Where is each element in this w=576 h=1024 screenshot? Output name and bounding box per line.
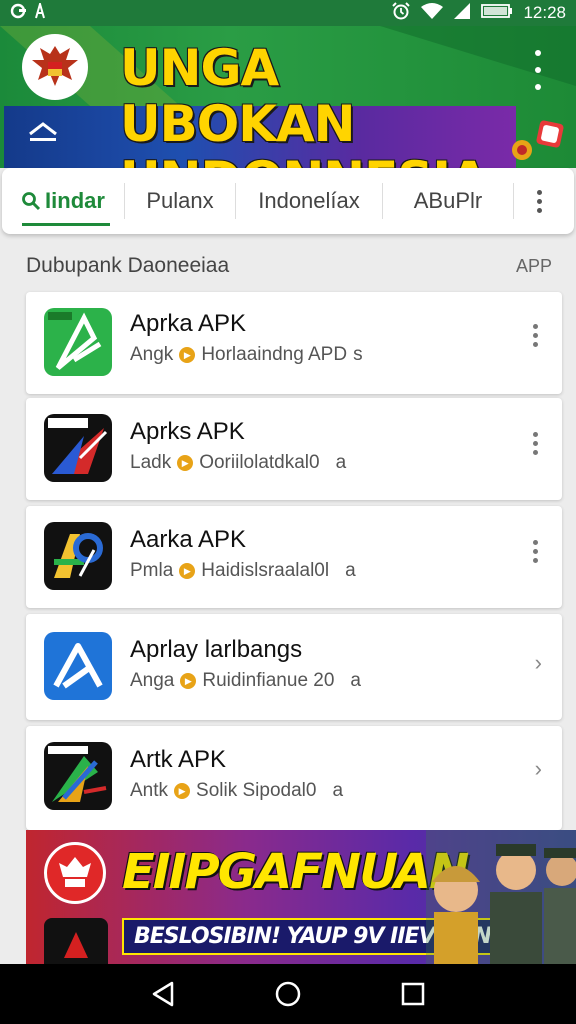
header-banner: UNGA UBOKAN UNDONNESIA	[0, 26, 576, 168]
app-subtitle: Pmla ▶ Haidislsraalal0l a	[130, 560, 356, 582]
section-title: Dubupank Daoneeiaa	[26, 254, 230, 277]
header-title-line1: UNGA UBOKAN	[120, 39, 356, 153]
list-item[interactable]: Aprlay larlbangs Anga ▶ Ruidinfianue 20 …	[26, 614, 562, 720]
status-time: 12:28	[523, 3, 566, 22]
tab-label: Indonelíax	[258, 188, 360, 213]
app-sub-right: Haidislsraalal0l	[201, 560, 330, 581]
tab-pulanx[interactable]: Pulanx	[125, 168, 235, 234]
app-sub-trail: s	[353, 344, 363, 365]
app-sub-right: Horlaaindng APD	[201, 344, 348, 365]
play-badge-icon: ▶	[179, 347, 196, 363]
app-name: Aprks APK	[130, 418, 245, 445]
play-badge-icon: ▶	[177, 455, 194, 471]
list-item[interactable]: Artk APK Antk ▶ Solik Sipodal0 a ›	[26, 726, 562, 830]
more-vert-icon[interactable]	[530, 540, 540, 563]
app-subtitle: Anga ▶ Ruidinfianue 20 a	[130, 670, 361, 692]
app-sub-right: Solik Sipodal0	[196, 780, 317, 801]
app-sub-trail: a	[350, 670, 361, 691]
flags-decoration-icon	[512, 120, 564, 160]
app-sub-trail: a	[332, 780, 344, 801]
app-subtitle: Angk ▶ Horlaaindng APD s	[130, 344, 363, 366]
battery-icon	[481, 3, 513, 24]
app-sub-left: Angk	[130, 344, 174, 365]
app-notification-icon	[10, 3, 28, 24]
header-title: UNGA UBOKAN UNDONNESIA	[120, 40, 520, 168]
app-sub-trail: a	[345, 560, 356, 581]
list-item[interactable]: Aarka APK Pmla ▶ Haidislsraalal0l a	[26, 506, 562, 608]
tab-bar: Iindar Pulanx Indonelíax ABuPlr	[2, 168, 574, 234]
promo-badge-icon	[44, 842, 106, 904]
section-right-label[interactable]: APP	[516, 256, 552, 277]
chevron-right-icon[interactable]: ›	[535, 756, 542, 782]
app-name: Artk APK	[130, 746, 227, 773]
more-vert-icon[interactable]	[530, 324, 540, 347]
tab-label: Pulanx	[146, 188, 214, 213]
search-icon	[22, 192, 41, 211]
alarm-icon	[391, 1, 411, 25]
recents-icon[interactable]	[398, 979, 428, 1009]
app-sub-trail: a	[335, 452, 347, 473]
play-badge-icon: ▶	[179, 563, 196, 579]
wifi-icon	[421, 2, 444, 25]
garuda-emblem-icon	[22, 34, 88, 100]
list-item[interactable]: Aprka APK Angk ▶ Horlaaindng APD s	[26, 292, 562, 394]
tab-indonelax[interactable]: Indonelíax	[236, 168, 382, 234]
promo-title: EIIPGAFNUAN	[122, 844, 469, 900]
app-sub-right: Ooriilolatdkal0	[199, 452, 320, 473]
app-sub-right: Ruidinfianue 20	[202, 670, 335, 691]
app-sub-left: Anga	[130, 670, 175, 691]
app-name: Aarka APK	[130, 526, 247, 553]
yellow-ap-app-icon	[44, 522, 112, 590]
play-badge-icon: ▶	[174, 783, 191, 799]
overflow-menu-icon[interactable]	[526, 50, 550, 90]
tab-label: ABuPlr	[413, 188, 483, 213]
chevron-right-icon[interactable]: ›	[535, 650, 542, 676]
app-sub-left: Pmla	[130, 560, 174, 581]
header-title-line2: UNDONNESIA	[120, 152, 520, 168]
promo-secondary-logo-icon	[44, 918, 108, 964]
tab-label: Iindar	[45, 188, 105, 213]
more-vert-icon[interactable]	[530, 432, 540, 455]
tab-abuplr[interactable]: ABuPlr	[383, 168, 513, 234]
cell-signal-icon	[453, 2, 471, 25]
tabs-more-icon[interactable]	[514, 168, 564, 234]
list-item[interactable]: Aprks APK Ladk ▶ Ooriilolatdkal0 a	[26, 398, 562, 500]
blue-a-app-icon	[44, 632, 112, 700]
app-subtitle: Antk ▶ Solik Sipodal0 a	[130, 780, 343, 802]
status-bar: 12:28	[0, 0, 576, 26]
green-arrow-app-icon	[44, 308, 112, 376]
red-blue-arrow-app-icon	[44, 414, 112, 482]
collapse-up-icon[interactable]	[26, 120, 60, 144]
app-subtitle: Ladk ▶ Ooriilolatdkal0 a	[130, 452, 346, 474]
app-name: Aprlay larlbangs	[130, 636, 303, 663]
promo-banner[interactable]: EIIPGAFNUAN BESLOSIBIN! YAUP 9V IIEVEION…	[26, 830, 576, 964]
tab-iindar[interactable]: Iindar	[2, 168, 124, 234]
signal-a-icon	[34, 0, 46, 24]
multicolor-arrow-app-icon	[44, 742, 112, 810]
system-nav-bar	[0, 964, 576, 1024]
play-badge-icon: ▶	[180, 673, 197, 689]
app-sub-left: Ladk	[130, 452, 172, 473]
app-name: Aprka APK	[130, 310, 247, 337]
app-sub-left: Antk	[130, 780, 169, 801]
home-icon[interactable]	[273, 979, 303, 1009]
promo-people-illustration	[426, 830, 576, 964]
back-icon[interactable]	[148, 979, 178, 1009]
